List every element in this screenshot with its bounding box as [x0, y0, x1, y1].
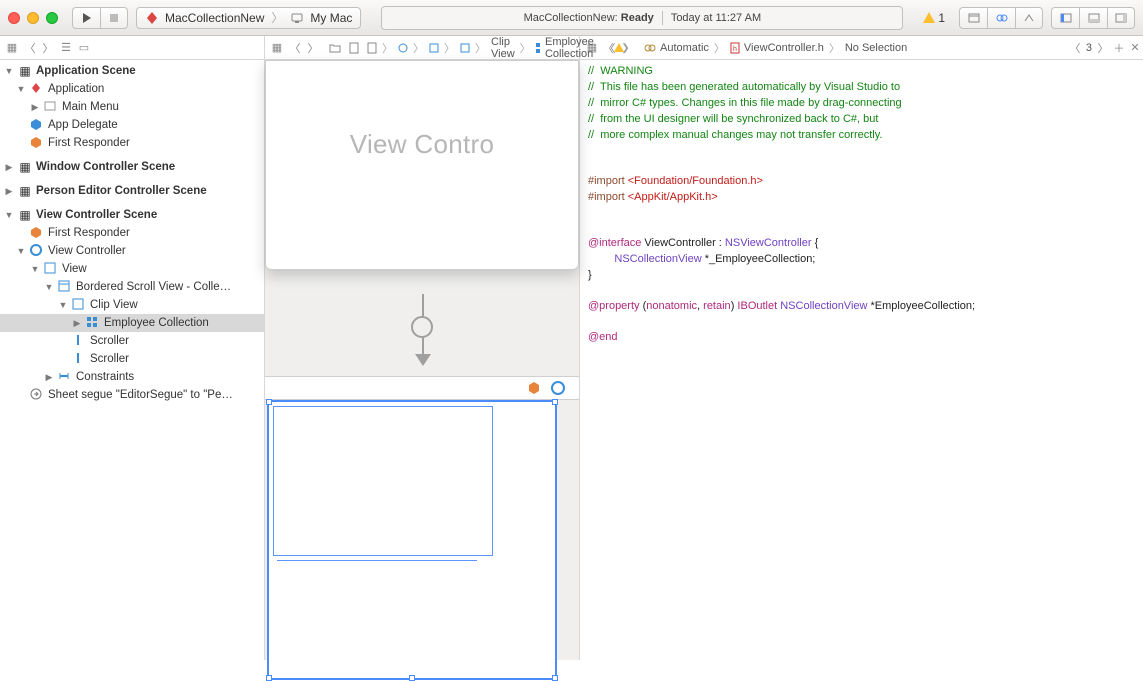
scene-application[interactable]: ▼▦Application Scene: [0, 62, 264, 80]
assistant-selection[interactable]: No Selection: [841, 36, 911, 59]
window-controls: [8, 12, 58, 24]
asst-add-button[interactable]: ＋: [1111, 40, 1127, 56]
node-bordered-scroll-view[interactable]: ▼Bordered Scroll View - Colle…: [0, 278, 264, 296]
node-employee-collection[interactable]: ▶Employee Collection: [0, 314, 264, 332]
scene-person-editor[interactable]: ▶▦Person Editor Controller Scene: [0, 182, 264, 200]
ib-next-issue-button[interactable]: 〉: [624, 40, 635, 56]
ib-crumb-doc[interactable]: [345, 36, 363, 59]
ib-related-button[interactable]: ▦: [269, 40, 285, 56]
toggle-inspector-button[interactable]: [1107, 7, 1135, 29]
assistant-rings-icon: [644, 43, 656, 53]
node-application[interactable]: ▼Application: [0, 80, 264, 98]
view-controller-placeholder-label: View Contro: [266, 129, 578, 160]
asst-next-button[interactable]: 〉: [1095, 40, 1111, 56]
collection-item-outline-2: [277, 560, 477, 570]
node-clip-view[interactable]: ▼Clip View: [0, 296, 264, 314]
folder-icon: [329, 43, 341, 53]
ib-crumb-scroll[interactable]: [456, 36, 474, 59]
toggle-navigator-button[interactable]: [1051, 7, 1079, 29]
ib-forward-button[interactable]: 〉: [305, 40, 321, 56]
navigator-selector-bar: ▦ 〈 〉 ☰ ▭: [0, 36, 264, 60]
assistant-editor: ▦ 〈 〉 Automatic 〉 h ViewController.h 〉 N…: [580, 36, 1143, 660]
assistant-jumpbar: ▦ 〈 〉 Automatic 〉 h ViewController.h 〉 N…: [580, 36, 1143, 60]
toggle-debug-button[interactable]: [1079, 7, 1107, 29]
asst-close-button[interactable]: ✕: [1127, 40, 1143, 56]
app-icon: [145, 11, 159, 25]
assistant-mode[interactable]: Automatic: [640, 36, 713, 59]
node-scroller-2[interactable]: Scroller: [0, 350, 264, 368]
warning-icon: [614, 43, 624, 52]
minimize-window-button[interactable]: [27, 12, 39, 24]
scene-window-controller[interactable]: ▶▦Window Controller Scene: [0, 158, 264, 176]
collection-item-outline: [273, 406, 493, 556]
node-first-responder-app[interactable]: First Responder: [0, 134, 264, 152]
toolbar: MacCollectionNew 〉 My Mac MacCollectionN…: [0, 0, 1143, 36]
project-navigator-tab[interactable]: ▦: [4, 40, 20, 56]
editor-assistant-button[interactable]: [987, 7, 1015, 29]
outline-icon[interactable]: ☰: [58, 40, 74, 56]
related-icon[interactable]: ▭: [76, 40, 92, 56]
node-constraints[interactable]: ▶Constraints: [0, 368, 264, 386]
source-editor[interactable]: // WARNING // This file has been generat…: [580, 60, 1143, 660]
view-controller-dock-icon[interactable]: [551, 381, 565, 395]
node-main-menu[interactable]: ▶Main Menu: [0, 98, 264, 116]
node-view[interactable]: ▼View: [0, 260, 264, 278]
status-project: MacCollectionNew:: [524, 12, 618, 24]
ib-crumb-view[interactable]: [425, 36, 443, 59]
view-controller-preview[interactable]: View Contro: [265, 60, 579, 270]
ib-crumb-scene[interactable]: [394, 36, 412, 59]
interface-builder-canvas[interactable]: ▦ 〈 〉 〉 〉 〉 〉 Clip View 〉 Employee Colle…: [265, 36, 580, 660]
scene-dock[interactable]: [265, 376, 579, 400]
collection-view-selection[interactable]: [267, 400, 557, 680]
warning-icon: [923, 12, 935, 23]
activity-status: MacCollectionNew: Ready Today at 11:27 A…: [381, 6, 903, 30]
stop-button[interactable]: [100, 7, 128, 29]
issue-indicator[interactable]: 1: [923, 11, 945, 25]
nav-back-button[interactable]: 〈: [22, 40, 38, 56]
storyboard-icon: [349, 42, 359, 54]
ib-back-button[interactable]: 〈: [287, 40, 303, 56]
assistant-counter: 3: [1083, 42, 1095, 54]
assistant-file[interactable]: h ViewController.h: [726, 36, 828, 59]
ib-crumb-folder[interactable]: [325, 36, 345, 59]
segue-arrow-icon: [415, 354, 431, 366]
scheme-target: My Mac: [310, 11, 352, 25]
node-segue[interactable]: Sheet segue "EditorSegue" to "Pe…: [0, 386, 264, 404]
svg-text:h: h: [733, 46, 737, 53]
navigator-panel: ▦ 〈 〉 ☰ ▭ ▼▦Application Scene ▼Applicati…: [0, 36, 265, 660]
zoom-window-button[interactable]: [46, 12, 58, 24]
ib-crumb-doc2[interactable]: [363, 36, 381, 59]
node-scroller-1[interactable]: Scroller: [0, 332, 264, 350]
asst-prev-button[interactable]: 〈: [1067, 40, 1083, 56]
editor-standard-button[interactable]: [959, 7, 987, 29]
node-view-controller[interactable]: ▼View Controller: [0, 242, 264, 260]
run-button[interactable]: [72, 7, 100, 29]
storyboard-icon: [367, 42, 377, 54]
scene-view-controller[interactable]: ▼▦View Controller Scene: [0, 206, 264, 224]
ib-prev-issue-button[interactable]: 〈: [603, 40, 614, 56]
mac-icon: [290, 11, 304, 25]
document-outline[interactable]: ▼▦Application Scene ▼Application ▶Main M…: [0, 60, 264, 660]
scheme-selector[interactable]: MacCollectionNew 〉 My Mac: [136, 7, 361, 29]
ib-crumb-clip[interactable]: Clip View: [487, 36, 519, 59]
status-time: Today at 11:27 AM: [671, 12, 761, 24]
status-state: Ready: [621, 12, 654, 24]
editor-version-button[interactable]: [1015, 7, 1043, 29]
scheme-project: MacCollectionNew: [165, 11, 264, 25]
warning-count: 1: [938, 11, 945, 25]
first-responder-dock-icon[interactable]: [527, 381, 541, 395]
nav-forward-button[interactable]: 〉: [40, 40, 56, 56]
node-first-responder-vc[interactable]: First Responder: [0, 224, 264, 242]
header-file-icon: h: [730, 42, 740, 54]
ib-jumpbar: ▦ 〈 〉 〉 〉 〉 〉 Clip View 〉 Employee Colle…: [265, 36, 579, 60]
segue-knob[interactable]: [411, 316, 433, 338]
ib-crumb-collection[interactable]: Employee Collection: [532, 36, 603, 59]
node-app-delegate[interactable]: App Delegate: [0, 116, 264, 134]
close-window-button[interactable]: [8, 12, 20, 24]
